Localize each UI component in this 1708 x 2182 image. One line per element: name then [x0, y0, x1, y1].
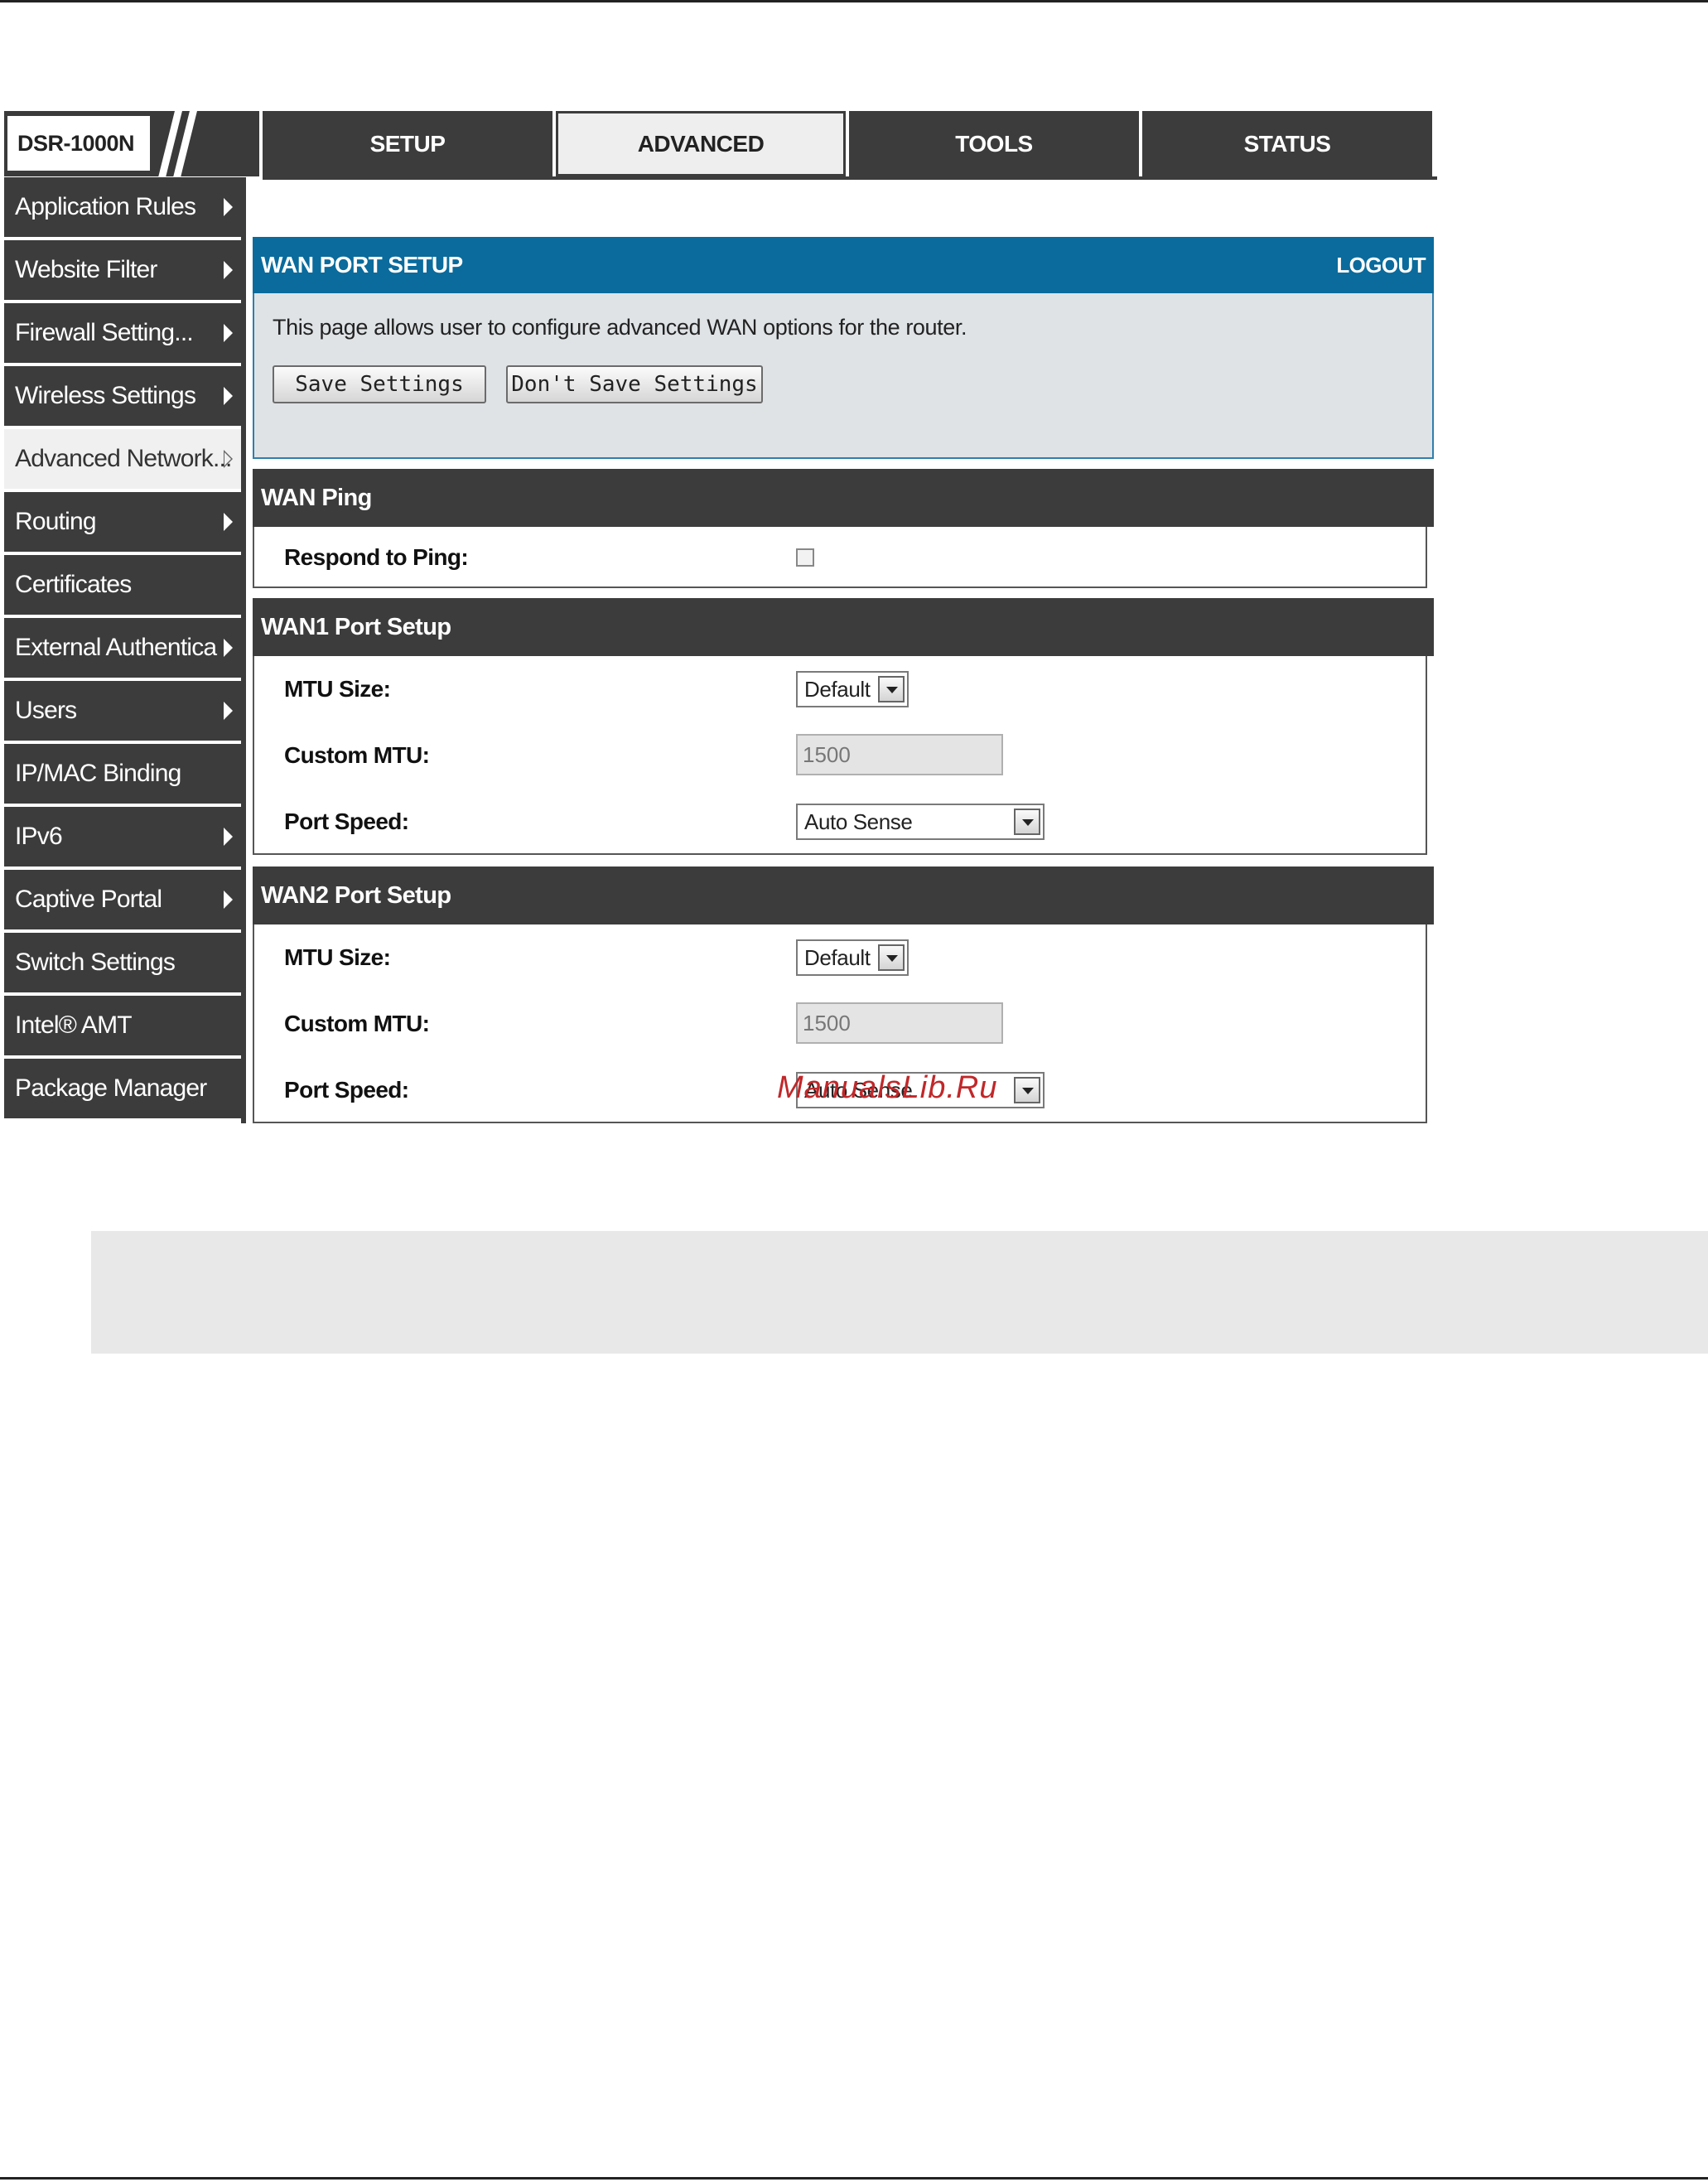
sidebar-item-certificates[interactable]: Certificates — [4, 555, 241, 615]
wan2-port-speed-label: Port Speed: — [284, 1077, 409, 1103]
router-admin-window: DSR-1000N SETUP ADVANCED TOOLS STATUS Ap… — [4, 111, 1437, 1123]
chevron-down-icon[interactable] — [878, 676, 905, 702]
sidebar-item-label: IPv6 — [15, 823, 63, 850]
intro-panel: This page allows user to configure advan… — [253, 293, 1434, 459]
chevron-right-icon — [224, 324, 233, 342]
chevron-right-icon — [224, 198, 233, 216]
sidebar-item-label: IP/MAC Binding — [15, 760, 181, 787]
wan1-custom-mtu-input[interactable]: 1500 — [796, 734, 1003, 775]
sidebar-item-ip-mac-binding[interactable]: IP/MAC Binding — [4, 744, 241, 804]
chevron-right-icon — [224, 513, 233, 531]
sidebar-item-label: External Authentica — [15, 634, 217, 661]
sidebar-item-application-rules[interactable]: Application Rules — [4, 177, 241, 237]
tab-underline — [263, 176, 1437, 180]
sidebar-item-users[interactable]: Users — [4, 681, 241, 741]
wan2-mtu-size-select[interactable]: Default — [796, 939, 909, 976]
chevron-right-icon — [224, 261, 233, 279]
sidebar-item-label: Application Rules — [15, 193, 196, 220]
page-header: WAN PORT SETUP LOGOUT — [253, 237, 1434, 293]
tab-advanced[interactable]: ADVANCED — [556, 111, 846, 176]
chevron-down-icon[interactable] — [878, 944, 905, 971]
logout-link[interactable]: LOGOUT — [1336, 253, 1426, 278]
sidebar-item-label: Users — [15, 697, 77, 724]
wan1-mtu-size-label: MTU Size: — [284, 676, 391, 702]
sidebar-item-label: Wireless Settings — [15, 382, 196, 409]
tab-status[interactable]: STATUS — [1142, 111, 1432, 176]
respond-to-ping-checkbox[interactable] — [796, 548, 814, 567]
main-content: WAN PORT SETUP LOGOUT This page allows u… — [253, 237, 1434, 1123]
page-description: This page allows user to configure advan… — [273, 315, 967, 340]
page-title: WAN PORT SETUP — [261, 252, 463, 278]
sidebar-item-label: Routing — [15, 508, 97, 535]
sidebar-item-label: Package Manager — [15, 1074, 207, 1102]
note-box — [91, 1231, 1708, 1354]
sidebar-item-routing[interactable]: Routing — [4, 492, 241, 552]
tab-tools[interactable]: TOOLS — [849, 111, 1139, 176]
chevron-down-icon[interactable] — [1014, 1077, 1040, 1103]
save-settings-button[interactable]: Save Settings — [273, 365, 486, 403]
sidebar-item-label: Firewall Setting... — [15, 319, 194, 346]
wan-ping-panel: Respond to Ping: — [253, 527, 1427, 588]
wan1-port-speed-value: Auto Sense — [804, 809, 913, 834]
wan1-header: WAN1 Port Setup — [253, 598, 1434, 656]
wan2-mtu-size-label: MTU Size: — [284, 944, 391, 970]
sidebar-item-label: Captive Portal — [15, 886, 162, 913]
chevron-right-icon — [224, 891, 233, 909]
sidebar-item-firewall-settings[interactable]: Firewall Setting... — [4, 303, 241, 363]
chevron-down-icon[interactable] — [1014, 809, 1040, 835]
sidebar-item-website-filter[interactable]: Website Filter — [4, 240, 241, 300]
wan-ping-header: WAN Ping — [253, 469, 1434, 527]
sidebar: Application Rules Website Filter Firewal… — [4, 177, 241, 1122]
chevron-right-icon — [224, 639, 233, 657]
sidebar-item-captive-portal[interactable]: Captive Portal — [4, 870, 241, 929]
chevron-right-outline-icon — [224, 450, 233, 468]
wan2-header: WAN2 Port Setup — [253, 867, 1434, 924]
model-name: DSR-1000N — [7, 116, 150, 171]
wan1-port-speed-label: Port Speed: — [284, 809, 409, 834]
wan1-port-speed-select[interactable]: Auto Sense — [796, 804, 1045, 840]
sidebar-item-label: Website Filter — [15, 256, 157, 283]
sidebar-item-label: Switch Settings — [15, 949, 176, 976]
sidebar-item-switch-settings[interactable]: Switch Settings — [4, 933, 241, 992]
sidebar-item-wireless-settings[interactable]: Wireless Settings — [4, 366, 241, 426]
chevron-right-icon — [224, 828, 233, 846]
bottom-rule — [0, 2177, 1708, 2180]
sidebar-item-external-authentication[interactable]: External Authentica — [4, 618, 241, 678]
chevron-right-icon — [224, 387, 233, 405]
sidebar-item-intel-amt[interactable]: Intel® AMT — [4, 996, 241, 1055]
sidebar-item-label: Intel® AMT — [15, 1011, 133, 1039]
wan2-custom-mtu-label: Custom MTU: — [284, 1011, 430, 1036]
chevron-right-icon — [224, 702, 233, 720]
sidebar-item-ipv6[interactable]: IPv6 — [4, 807, 241, 867]
sidebar-divider — [241, 177, 246, 1123]
wan1-custom-mtu-label: Custom MTU: — [284, 742, 430, 768]
sidebar-item-label: Advanced Network... — [15, 445, 232, 472]
wan1-panel: MTU Size: Default Custom MTU: 1500 Port … — [253, 656, 1427, 855]
wan2-mtu-size-value: Default — [804, 944, 871, 970]
tab-setup[interactable]: SETUP — [263, 111, 552, 176]
action-buttons: Save Settings Don't Save Settings — [273, 365, 1414, 403]
sidebar-item-advanced-network[interactable]: Advanced Network... — [4, 429, 241, 489]
dont-save-settings-button[interactable]: Don't Save Settings — [506, 365, 763, 403]
top-navigation: SETUP ADVANCED TOOLS STATUS — [263, 111, 1432, 176]
top-rule — [0, 0, 1708, 2]
sidebar-item-label: Certificates — [15, 571, 132, 598]
wan2-custom-mtu-input[interactable]: 1500 — [796, 1002, 1003, 1044]
wan1-mtu-size-select[interactable]: Default — [796, 671, 909, 707]
logo: DSR-1000N — [4, 111, 259, 176]
watermark: ManualsLib.Ru — [777, 1070, 998, 1105]
respond-to-ping-label: Respond to Ping: — [284, 544, 469, 570]
sidebar-item-package-manager[interactable]: Package Manager — [4, 1059, 241, 1118]
wan1-mtu-size-value: Default — [804, 676, 871, 702]
